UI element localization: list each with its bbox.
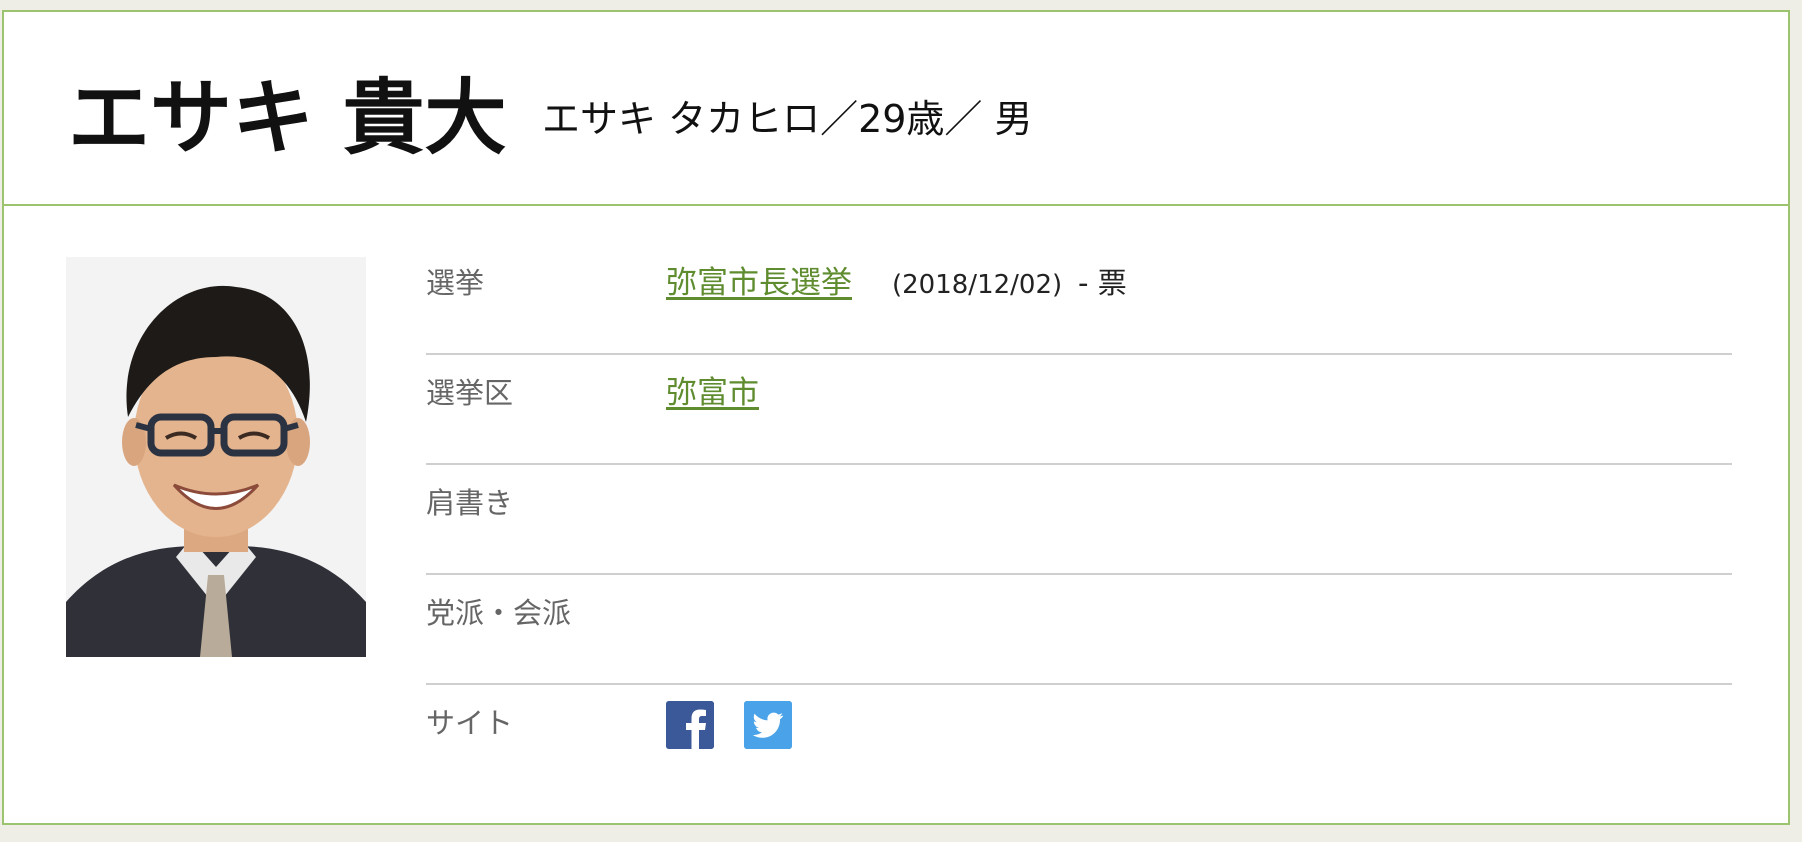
district-label: 選挙区 [426, 376, 514, 410]
district-link[interactable]: 弥富市 [666, 375, 759, 411]
party-row: 党派・会派 [426, 575, 1732, 685]
candidate-reading: エサキ タカヒロ／29歳／ 男 [542, 97, 1033, 141]
election-value: 弥富市長選挙 (2018/12/02) - 票 [666, 263, 1127, 305]
candidate-header: エサキ 貴大 エサキ タカヒロ／29歳／ 男 [4, 12, 1788, 206]
district-row: 選挙区 弥富市 [426, 355, 1732, 465]
election-link[interactable]: 弥富市長選挙 [666, 265, 852, 301]
election-date: (2018/12/02) [892, 270, 1063, 300]
candidate-card: エサキ 貴大 エサキ タカヒロ／29歳／ 男 選挙 弥富市長選挙 (2018/1… [2, 10, 1790, 825]
site-label: サイト [426, 706, 514, 740]
candidate-details: 選挙 弥富市長選挙 (2018/12/02) - 票 選挙区 弥富市 肩書き 党派… [426, 245, 1732, 795]
party-label: 党派・会派 [426, 596, 572, 630]
candidate-photo [66, 257, 366, 657]
election-row: 選挙 弥富市長選挙 (2018/12/02) - 票 [426, 245, 1732, 355]
social-links [666, 701, 792, 749]
title-label: 肩書き [426, 486, 514, 520]
candidate-name: エサキ 貴大 [68, 71, 507, 166]
facebook-icon[interactable] [666, 701, 714, 749]
election-label: 選挙 [426, 266, 485, 300]
election-votes: - 票 [1078, 266, 1127, 300]
twitter-icon[interactable] [744, 701, 792, 749]
site-row: サイト [426, 685, 1732, 795]
title-row: 肩書き [426, 465, 1732, 575]
district-value: 弥富市 [666, 373, 759, 413]
candidate-portrait-image [66, 257, 366, 657]
